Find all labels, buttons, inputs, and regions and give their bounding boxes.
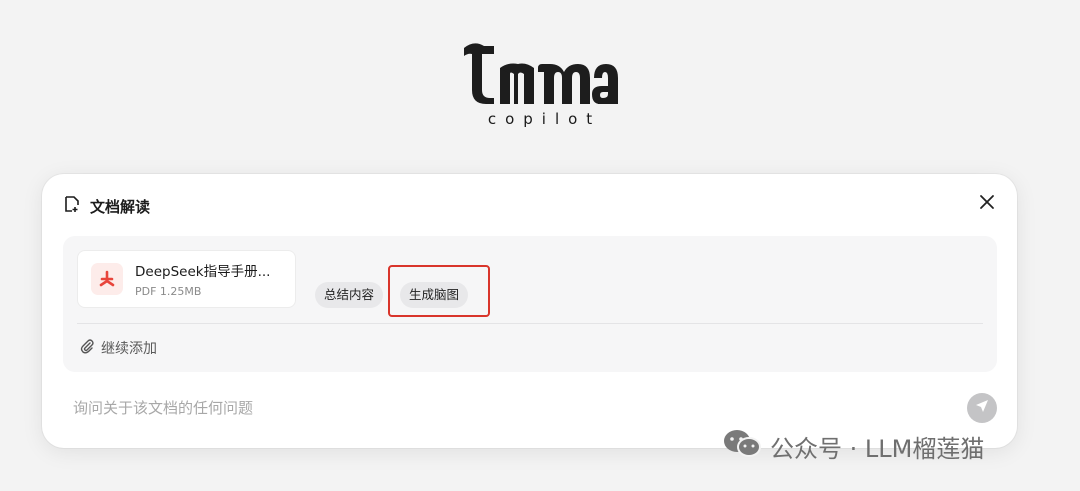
card-title: 文档解读 [90,197,151,216]
file-meta: PDF 1.25MB [135,285,202,298]
add-more-label: 继续添加 [101,341,157,357]
send-button[interactable] [967,393,997,423]
logo-subtitle: copilot [487,110,602,128]
watermark: 公众号 · LLM榴莲猫 [722,428,984,464]
ima-logo-mark [464,43,618,104]
logo: copilot [0,38,1080,128]
attachment-panel: DeepSeek指导手册... PDF 1.25MB 总结内容 生成脑图 继续添… [63,236,997,372]
wechat-icon [722,428,762,464]
card-header: 文档解读 [63,195,150,217]
paperclip-icon [79,338,95,358]
file-card[interactable]: DeepSeek指导手册... PDF 1.25MB [77,250,296,308]
close-button[interactable] [975,192,999,216]
doc-reading-card: 文档解读 DeepSeek指导手册... PDF 1.25MB 总结内容 生成脑… [42,174,1017,448]
watermark-text: 公众号 · LLM榴莲猫 [770,434,985,463]
question-input[interactable] [73,396,943,420]
summary-button[interactable]: 总结内容 [315,282,384,308]
file-name: DeepSeek指导手册... [135,264,271,280]
pdf-icon [91,263,123,295]
divider [77,323,983,324]
add-more-button[interactable]: 继续添加 [79,338,157,358]
send-icon [974,398,990,418]
edit-doc-icon [63,195,81,217]
close-icon [979,194,995,214]
mindmap-button[interactable]: 生成脑图 [400,282,469,308]
file-info: DeepSeek指导手册... PDF 1.25MB [135,260,270,298]
